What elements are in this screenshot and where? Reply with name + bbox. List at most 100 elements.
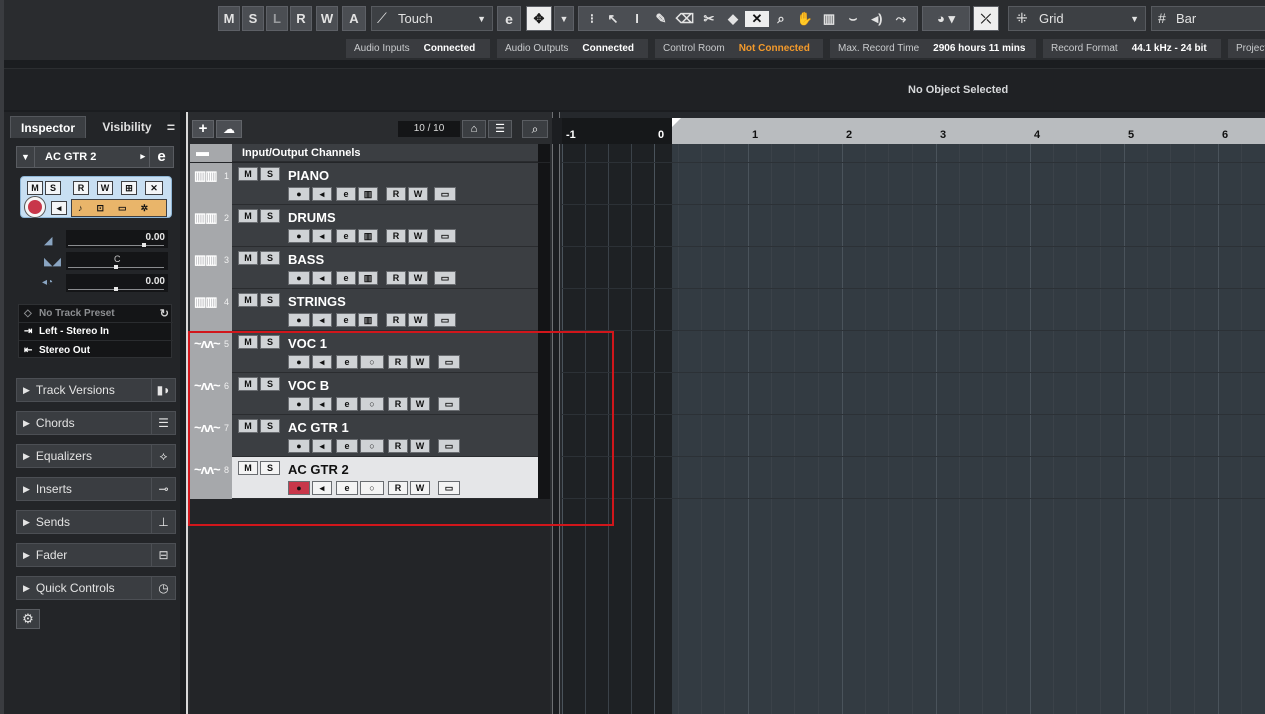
input-routing[interactable]: ⇥ Left - Stereo In bbox=[19, 323, 173, 341]
tab-inspector[interactable]: Inspector bbox=[10, 116, 86, 138]
solo-button[interactable]: S bbox=[45, 181, 61, 195]
cloud-icon[interactable]: ☁ bbox=[216, 120, 242, 138]
tab-visibility[interactable]: Visibility bbox=[92, 116, 162, 138]
snap-icon[interactable]: ⤫ bbox=[973, 6, 999, 31]
range-selection-icon[interactable]: I bbox=[625, 11, 649, 26]
nudge-dropdown[interactable]: ▼ bbox=[554, 6, 574, 31]
monitor-button[interactable]: ◂ bbox=[312, 313, 332, 327]
mute-button[interactable]: M bbox=[27, 181, 43, 195]
solo-all-button[interactable]: S bbox=[242, 6, 264, 31]
section-track-versions[interactable]: ▶ Track Versions ▮◗ bbox=[16, 378, 176, 402]
snap-type-dropdown[interactable]: ⁜ Grid ▼ bbox=[1008, 6, 1146, 31]
edit-icon[interactable]: e bbox=[336, 229, 356, 243]
record-enable-button[interactable]: ● bbox=[288, 229, 310, 243]
section-sends[interactable]: ▶ Sends ⊥ bbox=[16, 510, 176, 534]
automation-mode-dropdown[interactable]: ⟋ Touch ▼ bbox=[371, 6, 493, 31]
edit-icon[interactable]: e bbox=[497, 6, 521, 31]
track-preset-selector[interactable]: ◇ No Track Preset ↻ bbox=[19, 305, 173, 323]
mute-button[interactable]: M bbox=[238, 167, 258, 181]
edit-icon[interactable]: e bbox=[336, 271, 356, 285]
read-button[interactable]: R bbox=[386, 229, 406, 243]
audio-outputs-status[interactable]: Audio Outputs Connected bbox=[497, 39, 648, 58]
keyboard-icon[interactable]: ▥ bbox=[358, 229, 378, 243]
timebase-group[interactable]: ♪ ⊡ ▭ ✲ bbox=[71, 199, 167, 217]
lanes-icon[interactable]: ▭ bbox=[434, 313, 456, 327]
grid-type-dropdown[interactable]: # Bar bbox=[1151, 6, 1265, 31]
refresh-icon[interactable]: ↻ bbox=[160, 307, 169, 320]
line-icon[interactable]: ⌣ bbox=[841, 11, 865, 27]
read-button[interactable]: R bbox=[386, 271, 406, 285]
folder-track[interactable]: ▬ Input/Output Channels bbox=[190, 144, 550, 162]
automation-panel-button[interactable]: A bbox=[342, 6, 366, 31]
snap-live-icon[interactable]: ◕ ▾ bbox=[922, 6, 970, 31]
monitor-icon[interactable]: ◂ bbox=[51, 201, 67, 215]
output-routing[interactable]: ⇤ Stereo Out bbox=[19, 341, 173, 359]
inspector-menu-icon[interactable]: = bbox=[162, 116, 180, 138]
edit-channel-icon[interactable]: e bbox=[149, 147, 173, 167]
pan-fader[interactable]: C bbox=[66, 252, 168, 270]
zoom-icon[interactable]: ⌕ bbox=[769, 11, 793, 27]
record-enable-button[interactable]: ● bbox=[288, 313, 310, 327]
mute-icon[interactable]: ✕ bbox=[745, 10, 769, 27]
lanes-icon[interactable]: ▭ bbox=[434, 187, 456, 201]
listen-button[interactable]: L bbox=[266, 6, 288, 31]
record-format-status[interactable]: Record Format 44.1 kHz - 24 bit bbox=[1043, 39, 1221, 58]
draw-icon[interactable]: ✎ bbox=[649, 11, 673, 27]
mute-all-button[interactable]: M bbox=[218, 6, 240, 31]
play-icon[interactable]: ◂) bbox=[865, 11, 889, 27]
write-button[interactable]: W bbox=[408, 313, 428, 327]
write-button[interactable]: W bbox=[408, 229, 428, 243]
pan-handle[interactable] bbox=[114, 265, 118, 269]
nudge-icon[interactable]: ✥ bbox=[526, 6, 552, 31]
project-status[interactable]: Project bbox=[1228, 39, 1265, 58]
lanes-icon[interactable]: ⊞ bbox=[121, 181, 137, 195]
max-record-time-status[interactable]: Max. Record Time 2906 hours 11 mins bbox=[830, 39, 1036, 58]
track-name[interactable]: DRUMS bbox=[288, 210, 336, 225]
search-icon[interactable]: ⌕ bbox=[522, 120, 548, 138]
record-enable-button[interactable]: ● bbox=[288, 271, 310, 285]
edit-icon[interactable]: e bbox=[336, 187, 356, 201]
collapse-icon[interactable]: ▼ bbox=[17, 147, 35, 167]
comp-icon[interactable]: ▥ bbox=[817, 11, 841, 27]
lanes-icon[interactable]: ▭ bbox=[434, 271, 456, 285]
write-button[interactable]: W bbox=[408, 271, 428, 285]
delay-handle[interactable] bbox=[114, 287, 118, 291]
read-button[interactable]: R bbox=[73, 181, 89, 195]
section-fader[interactable]: ▶ Fader ⊟ bbox=[16, 543, 176, 567]
section-chords[interactable]: ▶ Chords ☰ bbox=[16, 411, 176, 435]
record-enable-button[interactable]: ● bbox=[288, 187, 310, 201]
solo-button[interactable]: S bbox=[260, 209, 280, 223]
list-icon[interactable]: ☰ bbox=[488, 120, 512, 138]
audio-inputs-status[interactable]: Audio Inputs Connected bbox=[346, 39, 490, 58]
section-equalizers[interactable]: ▶ Equalizers ⟡ bbox=[16, 444, 176, 468]
gear-icon[interactable]: ⚙ bbox=[16, 609, 40, 629]
lanes-icon[interactable]: ▭ bbox=[434, 229, 456, 243]
keyboard-icon[interactable]: ▥ bbox=[358, 313, 378, 327]
inspector-track-name[interactable]: ▼ AC GTR 2 ▸ e bbox=[16, 146, 174, 168]
split-icon[interactable]: ✂ bbox=[697, 11, 721, 27]
solo-button[interactable]: S bbox=[260, 293, 280, 307]
object-selection-icon[interactable]: ↖ bbox=[601, 11, 625, 27]
erase-icon[interactable]: ⌫ bbox=[673, 11, 697, 27]
write-button[interactable]: W bbox=[97, 181, 113, 195]
read-all-button[interactable]: R bbox=[290, 6, 312, 31]
track-name[interactable]: PIANO bbox=[288, 168, 329, 183]
mute-button[interactable]: M bbox=[238, 251, 258, 265]
delay-fader[interactable]: 0.00 bbox=[66, 274, 168, 292]
track-name[interactable]: BASS bbox=[288, 252, 324, 267]
glue-icon[interactable]: ◆ bbox=[721, 11, 745, 27]
write-all-button[interactable]: W bbox=[316, 6, 338, 31]
write-button[interactable]: W bbox=[408, 187, 428, 201]
left-locator-icon[interactable] bbox=[672, 118, 681, 127]
volume-fader[interactable]: 0.00 bbox=[66, 230, 168, 248]
color-icon[interactable]: ⤳ bbox=[889, 11, 913, 27]
volume-handle[interactable] bbox=[142, 243, 146, 247]
track-row[interactable]: ▥▥ 2 M S DRUMS ● ◂ e ▥ R W ▭ bbox=[190, 205, 550, 247]
section-quick-controls[interactable]: ▶ Quick Controls ◷ bbox=[16, 576, 176, 600]
time-ruler[interactable]: -1 0 1 2 3 4 5 6 bbox=[552, 118, 1265, 144]
section-inserts[interactable]: ▶ Inserts ⊸ bbox=[16, 477, 176, 501]
track-row[interactable]: ▥▥ 1 M S PIANO ● ◂ e ▥ R W ▭ bbox=[190, 163, 550, 205]
add-track-button[interactable]: + bbox=[192, 120, 214, 138]
visibility-icon[interactable]: ⌂ bbox=[462, 120, 486, 138]
read-button[interactable]: R bbox=[386, 313, 406, 327]
